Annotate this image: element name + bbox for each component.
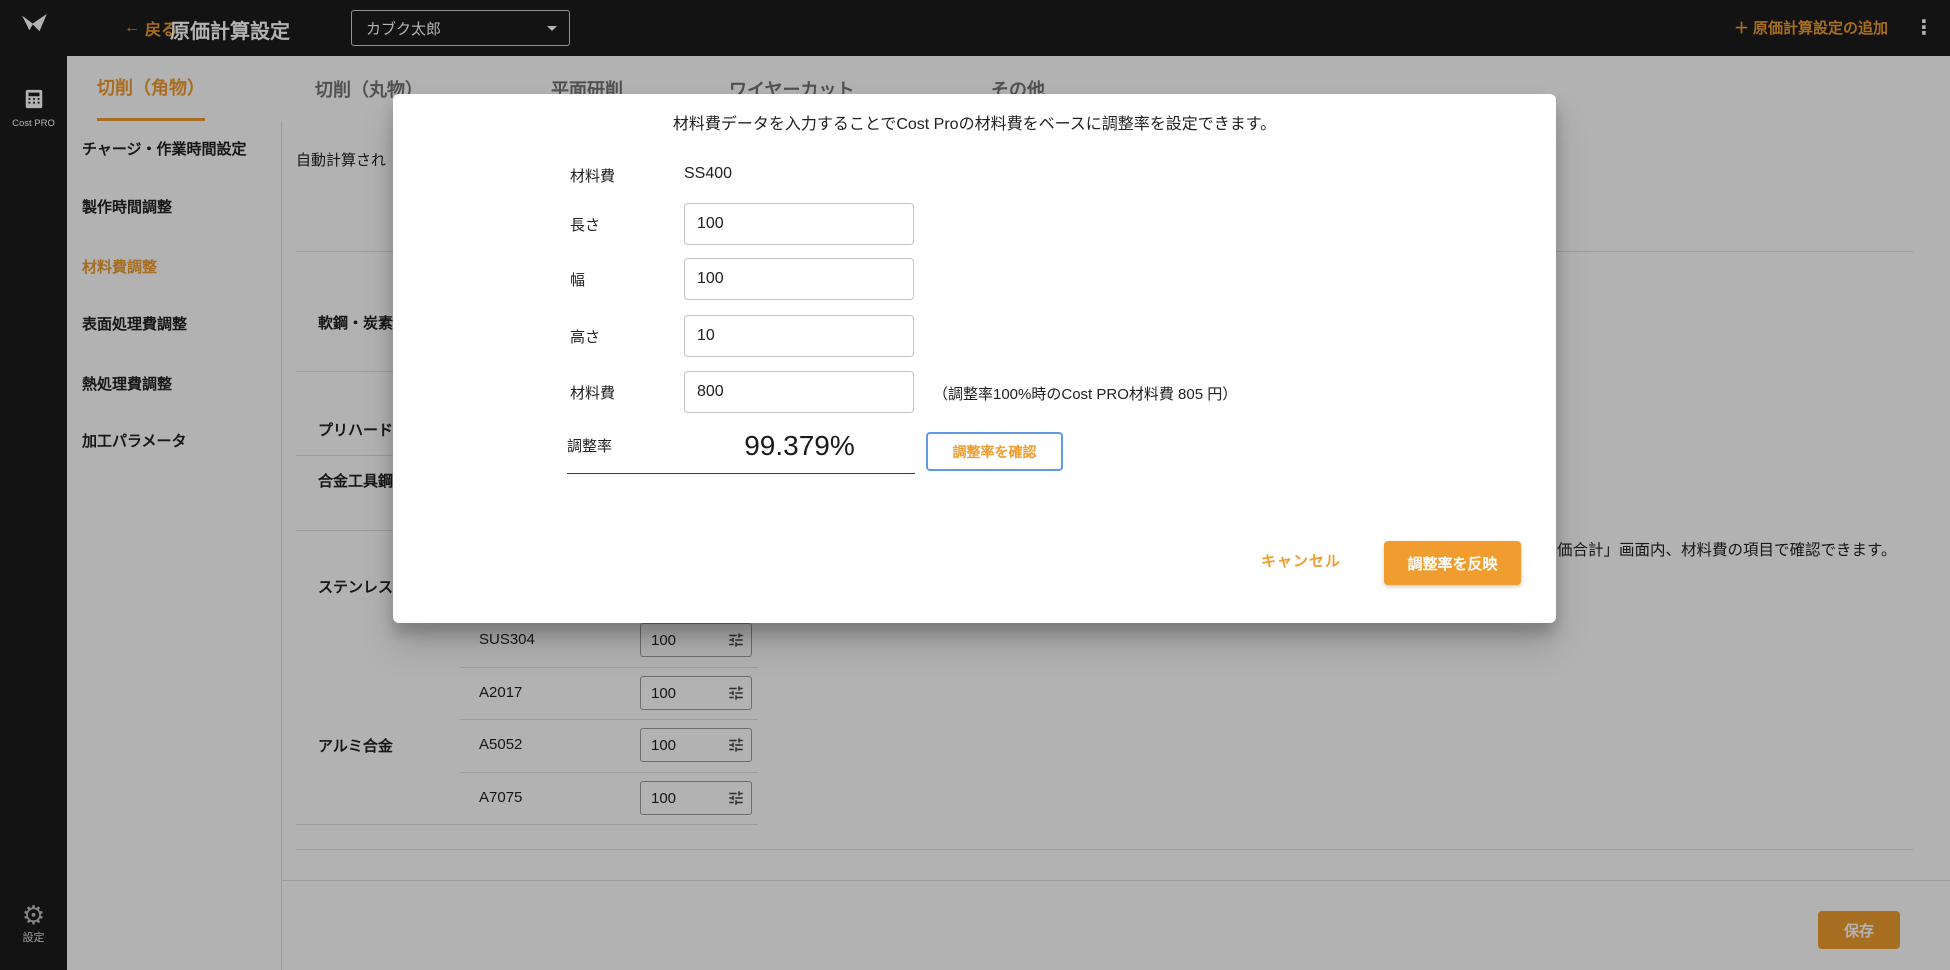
height-label: 高さ: [570, 326, 600, 347]
dialog-description: 材料費データを入力することでCost Proの材料費をベースに調整率を設定できま…: [393, 110, 1556, 134]
app-root: Cost PRO ⚙ 設定 ← 戻る 原価計算設定 カブク太郎 ＋ 原価計算設定…: [0, 0, 1950, 970]
length-label: 長さ: [570, 214, 600, 235]
height-input[interactable]: [684, 315, 914, 357]
cost-pro-reference-note: （調整率100%時のCost PRO材料費 805 円）: [933, 383, 1237, 404]
apply-rate-button[interactable]: 調整率を反映: [1384, 541, 1521, 585]
material-cost-input[interactable]: [684, 371, 914, 413]
material-value: SS400: [684, 165, 732, 183]
width-label: 幅: [570, 269, 585, 290]
cancel-button[interactable]: キャンセル: [1261, 550, 1341, 571]
length-input[interactable]: [684, 203, 914, 245]
adjustment-rate-field: 調整率 99.379%: [567, 418, 915, 474]
material-cost-label: 材料費: [570, 382, 615, 403]
material-label: 材料費: [570, 165, 615, 186]
adjustment-rate-value: 99.379%: [684, 430, 915, 462]
material-cost-adjust-dialog: 材料費データを入力することでCost Proの材料費をベースに調整率を設定できま…: [393, 94, 1556, 623]
confirm-rate-button[interactable]: 調整率を確認: [926, 432, 1063, 471]
width-input[interactable]: [684, 258, 914, 300]
adjustment-rate-label: 調整率: [567, 435, 684, 456]
